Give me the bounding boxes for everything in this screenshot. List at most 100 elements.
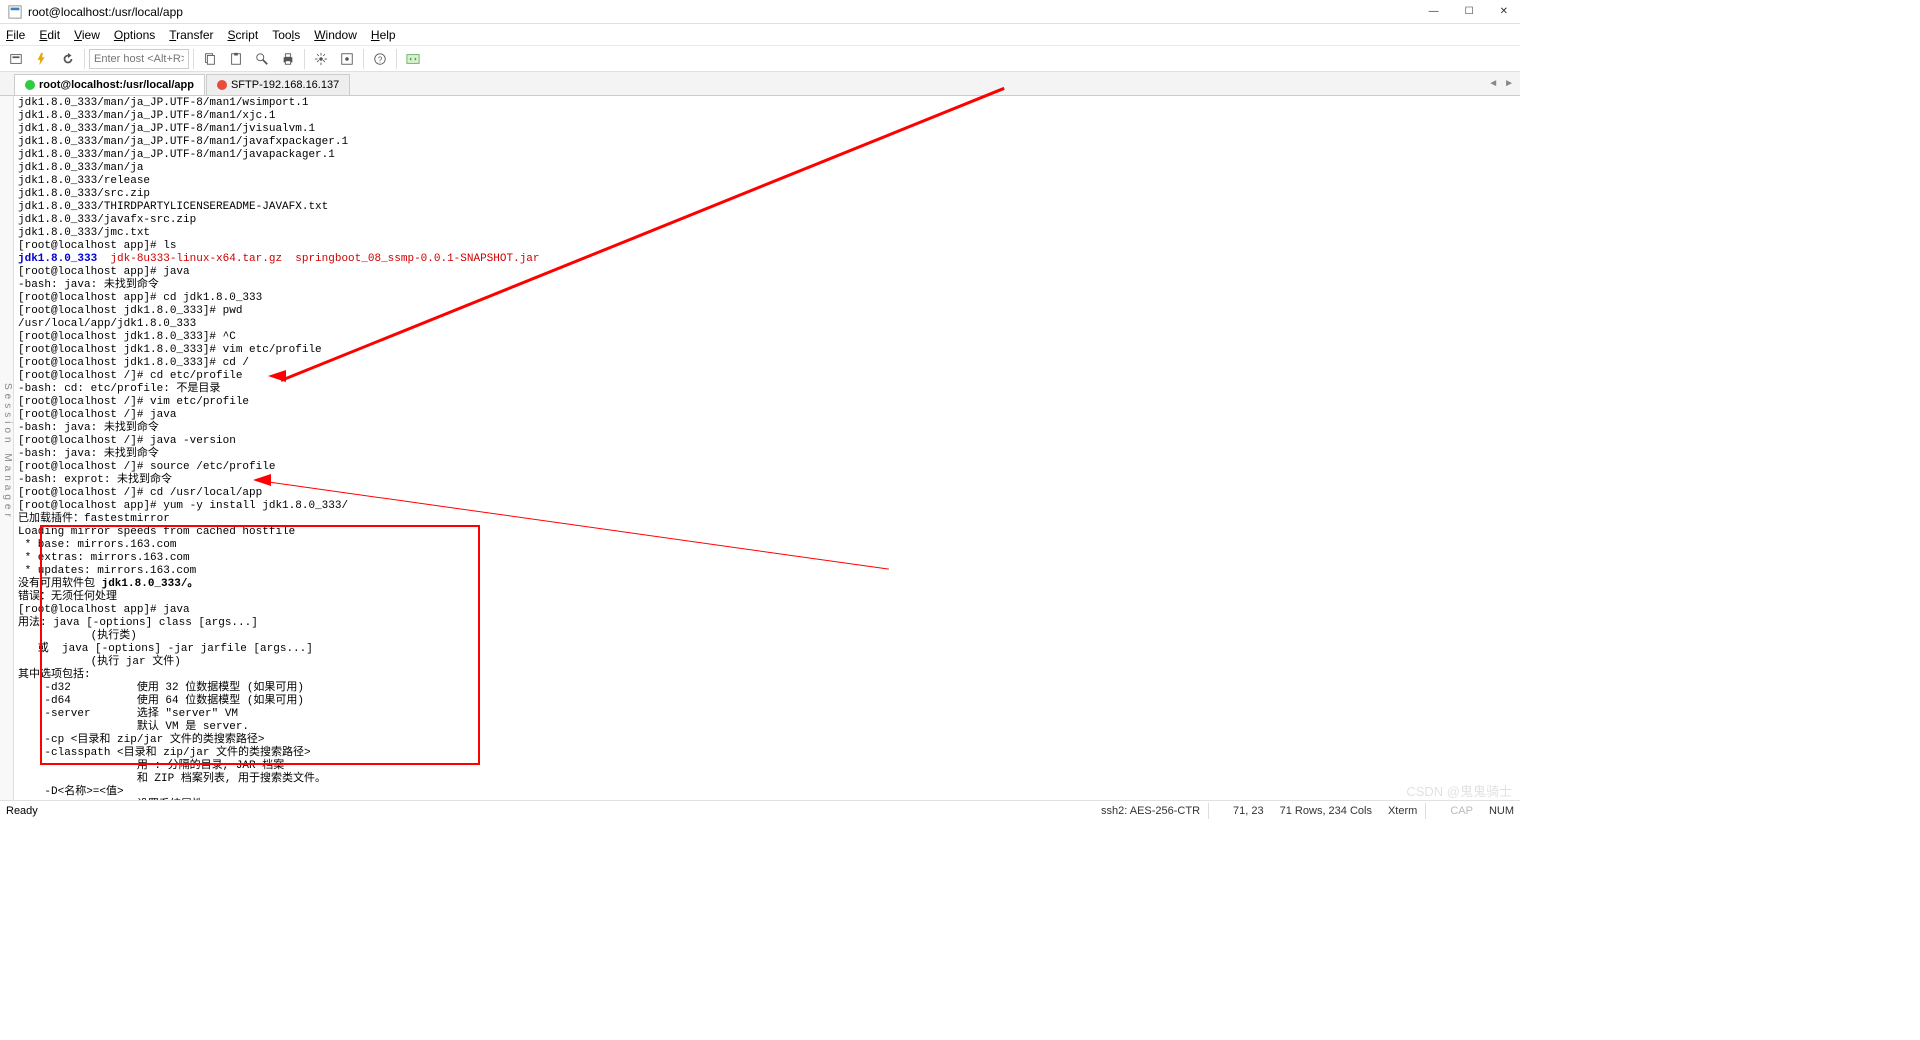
tab-active[interactable]: root@localhost:/usr/local/app xyxy=(14,74,205,95)
menu-options[interactable]: Options xyxy=(114,28,155,42)
status-dot-connected-icon xyxy=(25,80,35,90)
status-num: NUM xyxy=(1489,805,1514,817)
terminal-line: [root@localhost /]# java -version xyxy=(18,435,1520,448)
terminal-line: (执行类) xyxy=(18,630,1520,643)
menu-tools[interactable]: Tools xyxy=(272,28,300,42)
quick-connect-icon[interactable] xyxy=(30,48,54,70)
titlebar: root@localhost:/usr/local/app — ☐ ✕ xyxy=(0,0,1520,24)
menu-edit[interactable]: Edit xyxy=(39,28,60,42)
tab-prev-icon[interactable]: ◄ xyxy=(1488,78,1498,89)
terminal-line: [root@localhost jdk1.8.0_333]# vim etc/p… xyxy=(18,344,1520,357)
sftp-icon[interactable] xyxy=(401,48,425,70)
terminal-line: [root@localhost /]# vim etc/profile xyxy=(18,396,1520,409)
terminal-line: jdk1.8.0_333/man/ja xyxy=(18,162,1520,175)
settings-icon[interactable] xyxy=(309,48,333,70)
terminal-output[interactable]: jdk1.8.0_333/man/ja_JP.UTF-8/man1/wsimpo… xyxy=(14,96,1520,800)
status-term: Xterm xyxy=(1388,805,1417,817)
terminal-line: -bash: java: 未找到命令 xyxy=(18,448,1520,461)
statusbar: Ready ssh2: AES-256-CTR 71, 23 71 Rows, … xyxy=(0,800,1520,820)
terminal-line: jdk1.8.0_333/man/ja_JP.UTF-8/man1/jvisua… xyxy=(18,123,1520,136)
terminal-line: [root@localhost /]# cd /usr/local/app xyxy=(18,487,1520,500)
terminal-line: jdk1.8.0_333/man/ja_JP.UTF-8/man1/javapa… xyxy=(18,149,1520,162)
help-icon[interactable]: ? xyxy=(368,48,392,70)
terminal-line: -D<名称>=<值> xyxy=(18,786,1520,799)
terminal-line: jdk1.8.0_333/release xyxy=(18,175,1520,188)
connect-icon[interactable] xyxy=(4,48,28,70)
terminal-line: jdk1.8.0_333/jmc.txt xyxy=(18,227,1520,240)
menu-window[interactable]: Window xyxy=(314,28,357,42)
terminal-line: [root@localhost jdk1.8.0_333]# ^C xyxy=(18,331,1520,344)
terminal-line: -classpath <目录和 zip/jar 文件的类搜索路径> xyxy=(18,747,1520,760)
terminal-line: -d64 使用 64 位数据模型 (如果可用) xyxy=(18,695,1520,708)
menu-transfer[interactable]: Transfer xyxy=(169,28,213,42)
reconnect-icon[interactable] xyxy=(56,48,80,70)
terminal-line: 错误：无须任何处理 xyxy=(18,591,1520,604)
terminal-line: 没有可用软件包 jdk1.8.0_333/。 xyxy=(18,578,1520,591)
tab-sftp[interactable]: SFTP-192.168.16.137 xyxy=(206,74,350,95)
terminal-line: jdk1.8.0_333/man/ja_JP.UTF-8/man1/xjc.1 xyxy=(18,110,1520,123)
print-icon[interactable] xyxy=(276,48,300,70)
terminal-line: jdk1.8.0_333/man/ja_JP.UTF-8/man1/javafx… xyxy=(18,136,1520,149)
terminal-line: Loading mirror speeds from cached hostfi… xyxy=(18,526,1520,539)
terminal-line: (执行 jar 文件) xyxy=(18,656,1520,669)
terminal-line: [root@localhost /]# java xyxy=(18,409,1520,422)
status-dot-disconnected-icon xyxy=(217,80,227,90)
tab-label: root@localhost:/usr/local/app xyxy=(39,79,194,91)
terminal-line: -bash: java: 未找到命令 xyxy=(18,422,1520,435)
menubar: File Edit View Options Transfer Script T… xyxy=(0,24,1520,46)
terminal-line: [root@localhost app]# yum -y install jdk… xyxy=(18,500,1520,513)
terminal-line: [root@localhost jdk1.8.0_333]# cd / xyxy=(18,357,1520,370)
terminal-line: 默认 VM 是 server. xyxy=(18,721,1520,734)
tab-next-icon[interactable]: ► xyxy=(1504,78,1514,89)
menu-file[interactable]: File xyxy=(6,28,25,42)
window-title: root@localhost:/usr/local/app xyxy=(28,5,1425,19)
minimize-button[interactable]: — xyxy=(1425,4,1443,19)
terminal-line: -bash: cd: etc/profile: 不是目录 xyxy=(18,383,1520,396)
terminal-line: [root@localhost app]# java xyxy=(18,266,1520,279)
terminal-line: [root@localhost app]# cd jdk1.8.0_333 xyxy=(18,292,1520,305)
terminal-line: 已加载插件：fastestmirror xyxy=(18,513,1520,526)
terminal-line: jdk1.8.0_333/javafx-src.zip xyxy=(18,214,1520,227)
status-size: 71 Rows, 234 Cols xyxy=(1280,805,1372,817)
app-icon xyxy=(8,5,22,19)
toolbar: ? xyxy=(0,46,1520,72)
status-cursor-pos: 71, 23 xyxy=(1233,805,1264,817)
terminal-line: -bash: java: 未找到命令 xyxy=(18,279,1520,292)
host-input[interactable] xyxy=(89,49,189,69)
terminal-line: 或 java [-options] -jar jarfile [args...] xyxy=(18,643,1520,656)
terminal-line: -server 选择 "server" VM xyxy=(18,708,1520,721)
paste-icon[interactable] xyxy=(224,48,248,70)
status-ready: Ready xyxy=(6,805,38,817)
terminal-line: jdk1.8.0_333/src.zip xyxy=(18,188,1520,201)
terminal-line: jdk1.8.0_333/THIRDPARTYLICENSEREADME-JAV… xyxy=(18,201,1520,214)
terminal-line: [root@localhost app]# java xyxy=(18,604,1520,617)
terminal-line: 用法: java [-options] class [args...] xyxy=(18,617,1520,630)
terminal-line: [root@localhost app]# ls xyxy=(18,240,1520,253)
terminal-line: * base: mirrors.163.com xyxy=(18,539,1520,552)
menu-help[interactable]: Help xyxy=(371,28,396,42)
terminal-line: -d32 使用 32 位数据模型 (如果可用) xyxy=(18,682,1520,695)
menu-script[interactable]: Script xyxy=(228,28,259,42)
tabbar: root@localhost:/usr/local/app SFTP-192.1… xyxy=(0,72,1520,96)
terminal-line: -bash: exprot: 未找到命令 xyxy=(18,474,1520,487)
terminal-line: jdk1.8.0_333/man/ja_JP.UTF-8/man1/wsimpo… xyxy=(18,97,1520,110)
terminal-line: [root@localhost jdk1.8.0_333]# pwd xyxy=(18,305,1520,318)
terminal-line: /usr/local/app/jdk1.8.0_333 xyxy=(18,318,1520,331)
session-options-icon[interactable] xyxy=(335,48,359,70)
maximize-button[interactable]: ☐ xyxy=(1461,4,1478,19)
terminal-line: -cp <目录和 zip/jar 文件的类搜索路径> xyxy=(18,734,1520,747)
session-manager-panel[interactable]: Session Manager xyxy=(0,96,14,800)
terminal-line: [root@localhost /]# source /etc/profile xyxy=(18,461,1520,474)
status-connection: ssh2: AES-256-CTR xyxy=(1101,805,1200,817)
menu-view[interactable]: View xyxy=(74,28,100,42)
terminal-line: 和 ZIP 档案列表, 用于搜索类文件。 xyxy=(18,773,1520,786)
terminal-line: [root@localhost /]# cd etc/profile xyxy=(18,370,1520,383)
terminal-line: 用 : 分隔的目录, JAR 档案 xyxy=(18,760,1520,773)
find-icon[interactable] xyxy=(250,48,274,70)
watermark: CSDN @鬼鬼骑士 xyxy=(1406,781,1512,800)
terminal-line: * updates: mirrors.163.com xyxy=(18,565,1520,578)
close-button[interactable]: ✕ xyxy=(1496,4,1512,19)
terminal-line: * extras: mirrors.163.com xyxy=(18,552,1520,565)
tab-label: SFTP-192.168.16.137 xyxy=(231,79,339,91)
copy-icon[interactable] xyxy=(198,48,222,70)
